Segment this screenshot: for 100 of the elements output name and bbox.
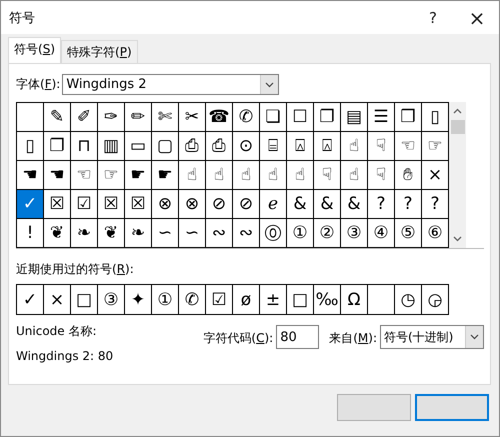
symbol-cell[interactable]: ⊗	[179, 190, 206, 219]
scroll-thumb[interactable]	[450, 120, 464, 134]
symbol-cell[interactable]: ☞	[98, 161, 125, 190]
symbol-cell[interactable]: ⎙	[179, 132, 206, 161]
recent-symbol-cell[interactable]: Ω	[341, 285, 368, 315]
recent-symbol-cell[interactable]: ø	[233, 285, 260, 315]
symbol-cell[interactable]: ☎	[206, 103, 233, 132]
recent-symbol-cell[interactable]: ③	[98, 285, 125, 315]
symbol-cell[interactable]: ②	[314, 219, 341, 248]
symbol-cell[interactable]: ☝	[287, 161, 314, 190]
symbol-cell[interactable]: ③	[341, 219, 368, 248]
symbol-cell[interactable]: ☟	[368, 161, 395, 190]
symbol-cell[interactable]: ⊓	[71, 132, 98, 161]
symbol-cell[interactable]: ⍓	[287, 132, 314, 161]
symbol-cell[interactable]: ∽	[152, 219, 179, 248]
symbol-cell[interactable]: ❒	[395, 103, 422, 132]
scrollbar[interactable]	[449, 102, 466, 248]
empty-symbol-cell[interactable]	[368, 285, 395, 315]
symbol-cell[interactable]: ☜	[395, 132, 422, 161]
symbol-cell[interactable]: ☛	[152, 161, 179, 190]
symbol-cell[interactable]: !	[17, 219, 44, 248]
symbol-cell[interactable]: ℯ	[260, 190, 287, 219]
symbol-cell[interactable]: ☐	[287, 103, 314, 132]
recent-symbol-cell[interactable]: ✓	[17, 285, 44, 315]
close-button[interactable]: ×	[455, 6, 499, 30]
symbol-cell[interactable]: ∾	[233, 219, 260, 248]
symbol-cell[interactable]: ☰	[368, 103, 395, 132]
symbol-cell[interactable]: ☟	[368, 132, 395, 161]
symbol-cell[interactable]: ⑤	[395, 219, 422, 248]
font-dropdown[interactable]: Wingdings 2	[62, 74, 280, 95]
recent-symbol-cell[interactable]: ①	[152, 285, 179, 315]
symbol-cell[interactable]: ⍓	[314, 132, 341, 161]
symbol-cell[interactable]: ?	[395, 190, 422, 219]
symbol-cell[interactable]: ✂	[179, 103, 206, 132]
symbol-cell[interactable]: ▭	[125, 132, 152, 161]
symbol-cell[interactable]: ✏	[125, 103, 152, 132]
symbol-cell[interactable]: ①	[287, 219, 314, 248]
from-dropdown[interactable]: 符号(十进制)	[380, 325, 484, 349]
symbol-cell[interactable]: ✐	[71, 103, 98, 132]
symbol-cell[interactable]: ☝	[206, 161, 233, 190]
symbol-cell[interactable]: &	[287, 190, 314, 219]
symbol-cell[interactable]: ☟	[314, 161, 341, 190]
symbol-cell[interactable]: ⓪	[260, 219, 287, 248]
recent-symbol-cell[interactable]: □	[287, 285, 314, 315]
symbol-cell[interactable]: ❏	[260, 103, 287, 132]
recent-symbol-cell[interactable]: ◷	[395, 285, 422, 315]
symbol-cell[interactable]	[17, 103, 44, 132]
symbol-cell[interactable]: &	[341, 190, 368, 219]
symbol-cell[interactable]: ⊗	[152, 190, 179, 219]
symbol-cell[interactable]: ❦	[98, 219, 125, 248]
symbol-cell[interactable]: ✋	[395, 161, 422, 190]
recent-symbol-cell[interactable]: ±	[260, 285, 287, 315]
symbol-cell[interactable]: ▯	[17, 132, 44, 161]
recent-symbol-cell[interactable]: ✆	[179, 285, 206, 315]
recent-symbol-cell[interactable]: □	[71, 285, 98, 315]
symbol-cell[interactable]: ❧	[71, 219, 98, 248]
symbol-cell[interactable]: ❐	[44, 132, 71, 161]
symbol-cell[interactable]: ❐	[314, 103, 341, 132]
symbol-cell[interactable]: ☑	[71, 190, 98, 219]
symbol-cell[interactable]: ▤	[341, 103, 368, 132]
symbol-cell[interactable]: ✓	[17, 190, 44, 219]
symbol-cell[interactable]: ⊙	[233, 132, 260, 161]
recent-symbol-cell[interactable]: ✦	[125, 285, 152, 315]
symbol-cell[interactable]: ☝	[179, 161, 206, 190]
tab[interactable]: 特殊字符(P)	[61, 40, 138, 63]
symbol-cell[interactable]: ☝	[260, 161, 287, 190]
symbol-cell[interactable]: ☚	[44, 161, 71, 190]
symbol-cell[interactable]: ⌸	[260, 132, 287, 161]
recent-symbol-cell[interactable]: ×	[44, 285, 71, 315]
symbol-cell[interactable]: ☒	[98, 190, 125, 219]
dialog-button[interactable]	[415, 394, 489, 421]
recent-symbol-cell[interactable]: ‰	[314, 285, 341, 315]
symbol-cell[interactable]: ❦	[44, 219, 71, 248]
symbol-cell[interactable]: ✆	[233, 103, 260, 132]
char-code-field[interactable]: 80	[276, 325, 320, 349]
symbol-cell[interactable]: ∽	[179, 219, 206, 248]
symbol-cell[interactable]: &	[314, 190, 341, 219]
symbol-cell[interactable]: ☝	[233, 161, 260, 190]
symbol-cell[interactable]: ✑	[98, 103, 125, 132]
recent-symbol-cell[interactable]: ◶	[422, 285, 449, 315]
symbol-cell[interactable]: ☝	[341, 132, 368, 161]
scroll-up-icon[interactable]	[453, 108, 462, 114]
symbol-cell[interactable]: ?	[368, 190, 395, 219]
symbol-cell[interactable]: ⊘	[206, 190, 233, 219]
help-button[interactable]: ?	[411, 8, 455, 26]
symbol-cell[interactable]: ▢	[152, 132, 179, 161]
symbol-cell[interactable]: ✎	[44, 103, 71, 132]
recent-symbol-cell[interactable]: ☑	[206, 285, 233, 315]
symbol-cell[interactable]: ⊘	[233, 190, 260, 219]
scroll-down-icon[interactable]	[453, 236, 462, 242]
symbol-cell[interactable]: ⎙	[206, 132, 233, 161]
symbol-cell[interactable]: ❧	[125, 219, 152, 248]
symbol-cell[interactable]: ☛	[125, 161, 152, 190]
symbol-cell[interactable]: ④	[368, 219, 395, 248]
symbol-cell[interactable]: ☜	[71, 161, 98, 190]
symbol-cell[interactable]: ☒	[125, 190, 152, 219]
symbol-cell[interactable]: ∾	[206, 219, 233, 248]
symbol-cell[interactable]: ✄	[152, 103, 179, 132]
tab[interactable]: 符号(S)	[8, 37, 61, 63]
symbol-cell[interactable]: ☒	[44, 190, 71, 219]
